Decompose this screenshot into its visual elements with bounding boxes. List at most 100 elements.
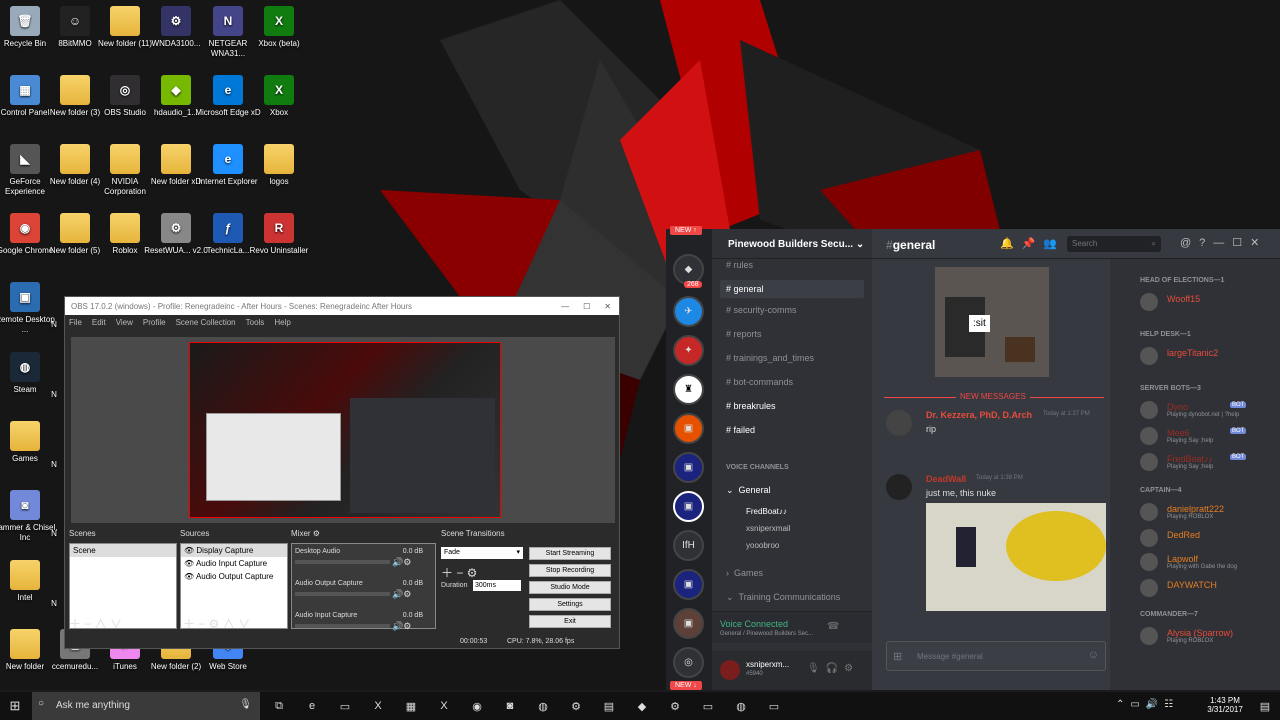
voice-user[interactable]: yooobroo: [746, 541, 779, 550]
minimize-icon[interactable]: —: [561, 302, 569, 311]
taskbar-app-icon[interactable]: X: [369, 697, 387, 715]
eye-icon[interactable]: 👁: [184, 572, 196, 581]
taskbar-app-icon[interactable]: ⚙: [567, 697, 585, 715]
taskbar-app-icon[interactable]: e: [303, 697, 321, 715]
taskbar-app-icon[interactable]: ▭: [699, 697, 717, 715]
volume-slider[interactable]: [295, 592, 390, 596]
taskbar-app-icon[interactable]: ◍: [732, 697, 750, 715]
scene-controls[interactable]: ＋ − ∧ ∨: [69, 615, 122, 632]
search-box[interactable]: ○ Ask me anything 🎙: [32, 692, 260, 720]
speaker-icon[interactable]: 🔊⚙: [392, 557, 411, 568]
maximize-icon[interactable]: ☐: [583, 302, 590, 311]
search-input[interactable]: Search ⌕: [1067, 236, 1161, 252]
source-item[interactable]: 👁 Audio Input Capture: [181, 557, 287, 570]
transition-select[interactable]: Fade ▾: [441, 547, 523, 559]
taskbar-app-icon[interactable]: ◆: [633, 697, 651, 715]
source-item[interactable]: 👁 Display Capture: [181, 544, 287, 557]
server-icon-6[interactable]: ▣: [673, 452, 704, 483]
speaker-icon[interactable]: 🔊⚙: [392, 589, 411, 600]
voice-channel-general[interactable]: ⌄ General: [726, 485, 771, 496]
channel-failed[interactable]: # failed: [726, 425, 755, 435]
server-header[interactable]: Pinewood Builders Secu... ⌄: [712, 229, 872, 259]
server-icon-9[interactable]: ▣: [673, 608, 704, 639]
taskbar-app-icon[interactable]: ◙: [501, 697, 519, 715]
server-icon-10[interactable]: ◎: [673, 647, 704, 678]
server-icon-4[interactable]: ♜: [673, 374, 704, 405]
taskbar-app-icon[interactable]: ▭: [336, 697, 354, 715]
source-controls[interactable]: ＋ − ⚙ ∧ ∨: [183, 615, 250, 632]
server-icon-pinewood[interactable]: ▣: [673, 491, 704, 522]
chat-image-2[interactable]: [926, 503, 1106, 611]
taskbar-app-icon[interactable]: ▤: [600, 697, 618, 715]
close-icon[interactable]: ✕: [604, 302, 611, 311]
duration-input[interactable]: 300ms: [473, 580, 521, 591]
taskbar-app-icon[interactable]: ⧉: [270, 697, 288, 715]
message-input[interactable]: ⊞ Message #general ☺: [886, 641, 1106, 671]
notification-icon[interactable]: ▤: [1256, 697, 1274, 715]
taskbar-app-icon[interactable]: ◍: [534, 697, 552, 715]
emoji-icon[interactable]: ☺: [1088, 649, 1099, 661]
desktop-icon[interactable]: Games: [0, 421, 58, 464]
discord-window[interactable]: NEW ↑ ◆ 268 ✈ ✦ ♜ ▣ ▣ ▣ IfH ▣ ▣ ◎ NEW ↓ …: [666, 226, 1280, 690]
server-icon-8[interactable]: ▣: [673, 569, 704, 600]
volume-slider[interactable]: [295, 624, 390, 628]
source-item[interactable]: 👁 Audio Output Capture: [181, 570, 287, 583]
menu-item[interactable]: Edit: [92, 318, 106, 327]
channel-trainings_and_times[interactable]: # trainings_and_times: [726, 353, 814, 363]
server-icon-3[interactable]: ✦: [673, 335, 704, 366]
voice-user[interactable]: FredBoat♪♪: [746, 507, 787, 516]
disconnect-icon[interactable]: ☎: [827, 621, 839, 632]
taskbar-app-icon[interactable]: ▭: [765, 697, 783, 715]
toolbar-icons[interactable]: 🔔📌👥: [1000, 237, 1065, 250]
desktop-icon[interactable]: R Revo Uninstaller: [246, 213, 312, 256]
obs-window[interactable]: OBS 17.0.2 (windows) - Profile: Renegrad…: [64, 296, 620, 649]
desktop-icon[interactable]: ◍ Steam: [0, 352, 58, 395]
window-controls[interactable]: @?—☐✕: [1180, 236, 1267, 249]
channel-reports[interactable]: # reports: [726, 329, 762, 339]
obs-titlebar[interactable]: OBS 17.0.2 (windows) - Profile: Renegrad…: [65, 297, 619, 315]
desktop-icon[interactable]: X Xbox (beta): [246, 6, 312, 49]
obs-button[interactable]: Settings: [529, 598, 611, 611]
obs-button[interactable]: Exit: [529, 615, 611, 628]
taskbar-app-icon[interactable]: ◉: [468, 697, 486, 715]
channel-security-comms[interactable]: # security-comms: [726, 305, 797, 315]
message-author[interactable]: DeadWa8: [926, 474, 966, 484]
desktop-icon[interactable]: logos: [246, 144, 312, 187]
message-author[interactable]: Dr. Kezzera, PhD, D.Arch: [926, 410, 1032, 420]
obs-button[interactable]: Studio Mode: [529, 581, 611, 594]
eye-icon[interactable]: 👁: [184, 559, 196, 568]
server-icon-ifh[interactable]: IfH: [673, 530, 704, 561]
menu-item[interactable]: Tools: [246, 318, 265, 327]
menu-item[interactable]: View: [116, 318, 133, 327]
menu-item[interactable]: File: [69, 318, 82, 327]
desktop-icon[interactable]: Intel: [0, 560, 58, 603]
system-tray-icons[interactable]: ⌃▭🔊☷: [1116, 699, 1179, 710]
avatar[interactable]: [886, 410, 912, 436]
menu-item[interactable]: Help: [274, 318, 290, 327]
user-controls[interactable]: 🎙🎧⚙: [807, 663, 859, 674]
gear-icon[interactable]: ⚙: [313, 529, 320, 538]
category-training[interactable]: ⌄ Training Communications: [726, 592, 840, 603]
transition-controls[interactable]: ＋ − ⚙: [441, 564, 477, 581]
windows-start-icon[interactable]: ⊞: [6, 697, 24, 715]
server-icon-2[interactable]: ✈: [673, 296, 704, 327]
menu-item[interactable]: Scene Collection: [176, 318, 236, 327]
volume-slider[interactable]: [295, 560, 390, 564]
desktop-icon[interactable]: X Xbox: [246, 75, 312, 118]
microphone-icon[interactable]: 🎙: [239, 699, 252, 710]
category-games[interactable]: › Games: [726, 568, 763, 578]
channel-general[interactable]: # general: [720, 280, 864, 298]
channel-bot-commands[interactable]: # bot-commands: [726, 377, 793, 387]
voice-user[interactable]: xsniperxmail: [746, 524, 790, 533]
new-badge[interactable]: NEW ↑: [670, 226, 702, 235]
scene-item[interactable]: Scene: [70, 544, 176, 557]
upload-icon[interactable]: ⊞: [893, 650, 902, 663]
taskbar-app-icon[interactable]: X: [435, 697, 453, 715]
clock[interactable]: 1:43 PM 3/31/2017: [1200, 696, 1250, 714]
channel-breakrules[interactable]: # breakrules: [726, 401, 776, 411]
server-icon-5[interactable]: ▣: [673, 413, 704, 444]
eye-icon[interactable]: 👁: [184, 546, 196, 555]
avatar[interactable]: [720, 660, 740, 680]
speaker-icon[interactable]: 🔊⚙: [392, 621, 411, 632]
obs-button[interactable]: Stop Recording: [529, 564, 611, 577]
